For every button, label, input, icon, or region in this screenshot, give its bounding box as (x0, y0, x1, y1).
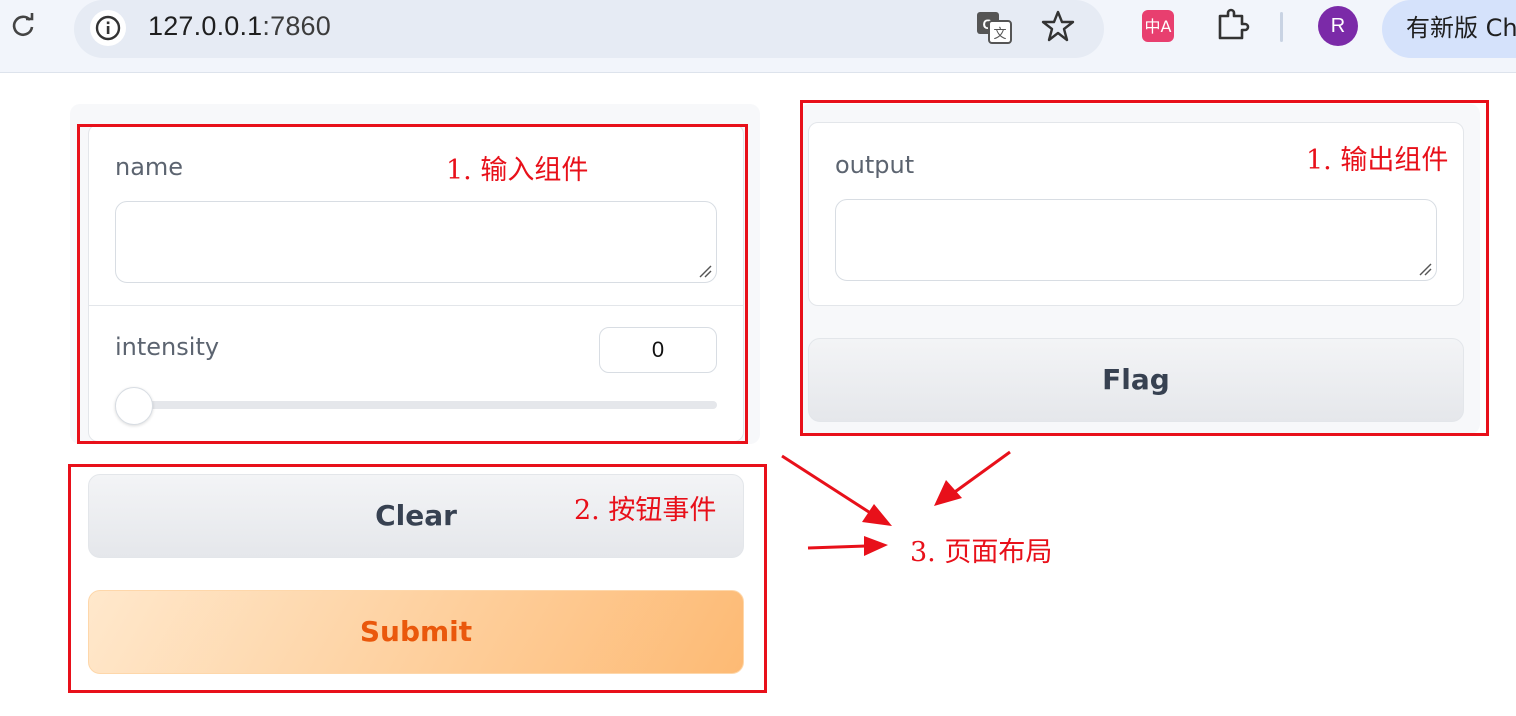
annotation-button-events: 2. 按钮事件 (574, 495, 717, 526)
arrow-from-right-top (934, 450, 1011, 506)
svg-text:文: 文 (993, 27, 1006, 42)
annotation-page-layout: 3. 页面布局 (910, 537, 1053, 568)
update-chrome-button[interactable]: 有新版 Chrome (1382, 0, 1516, 58)
url-text[interactable]: 127.0.0.1:7860 (148, 11, 331, 42)
arrow-from-left-top (781, 454, 892, 526)
input-components-highlight (77, 124, 748, 444)
toolbar-separator (1280, 12, 1283, 42)
star-icon[interactable] (1040, 8, 1076, 44)
reload-icon[interactable] (8, 11, 38, 41)
annotation-output-components: 1. 输出组件 (1306, 145, 1449, 176)
chinese-ext-icon[interactable]: 中A (1140, 8, 1176, 44)
address-bar[interactable]: 127.0.0.1:7860 G 文 (74, 0, 1104, 58)
info-icon[interactable] (90, 10, 126, 46)
annotation-input-components: 1. 输入组件 (446, 155, 589, 186)
puzzle-icon[interactable] (1212, 6, 1252, 46)
arrow-from-left (807, 536, 888, 556)
profile-avatar[interactable]: R (1318, 6, 1358, 46)
svg-text:中A: 中A (1145, 17, 1172, 36)
translate-icon[interactable]: G 文 (974, 8, 1014, 46)
browser-toolbar: 127.0.0.1:7860 G 文 中A R 有新版 Chrome (0, 0, 1516, 73)
